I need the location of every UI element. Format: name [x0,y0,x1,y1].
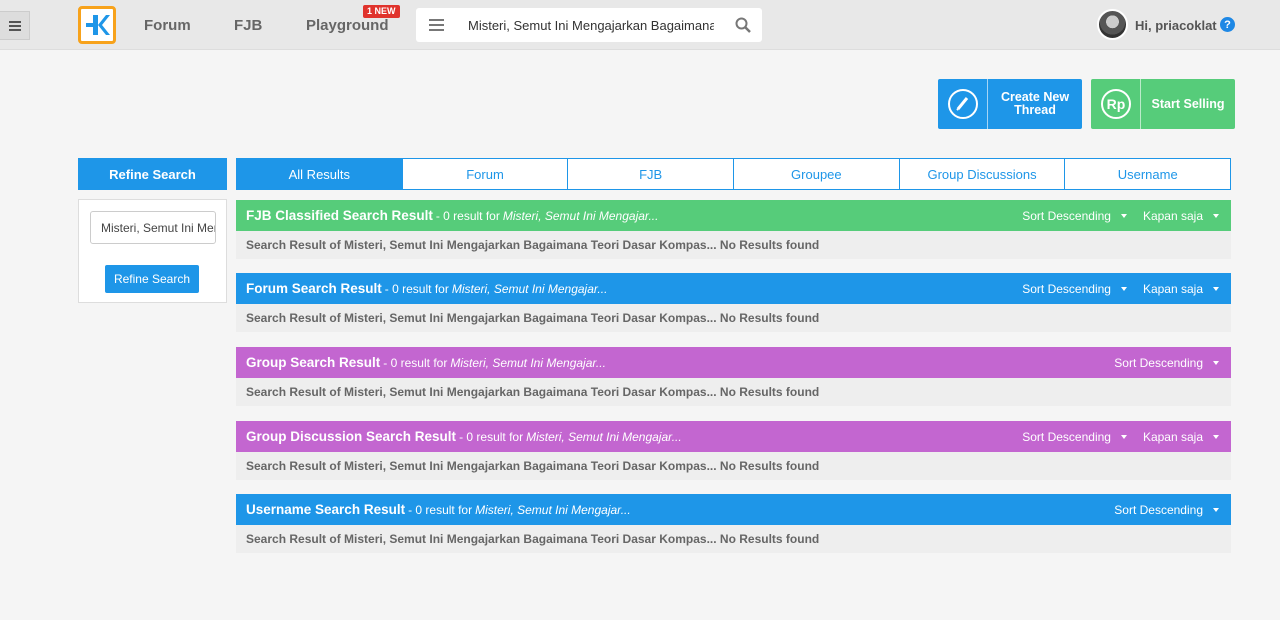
sort-dropdown[interactable]: Sort Descending [1022,282,1127,296]
avatar[interactable] [1097,9,1128,40]
group-discussion-result-section: Group Discussion Search Result - 0 resul… [236,421,1231,480]
section-query: Misteri, Semut Ini Mengajar... [526,429,682,444]
create-thread-label: Create New Thread [1000,90,1070,117]
time-label: Kapan saja [1142,429,1203,444]
search-category-button[interactable] [416,8,456,42]
forum-result-section: Forum Search Result - 0 result for Miste… [236,273,1231,332]
section-header: Group Search Result - 0 result for Miste… [236,347,1231,378]
pencil-icon [947,89,978,119]
search-bar [416,8,762,42]
menu-icon [428,19,444,31]
create-new-thread-button[interactable]: Create New Thread [938,79,1082,129]
tab-group-discussions[interactable]: Group Discussions [900,159,1066,189]
tab-forum[interactable]: Forum [403,159,569,189]
sort-label: Sort Descending [1022,429,1111,444]
sort-dropdown[interactable]: Sort Descending [1022,209,1127,223]
time-label: Kapan saja [1142,281,1203,296]
result-tabs: All Results Forum FJB Groupee Group Disc… [236,158,1231,190]
pencil-icon-wrap [938,79,988,129]
sort-dropdown[interactable]: Sort Descending [1022,430,1127,444]
kaskus-logo[interactable] [78,6,116,44]
user-greeting[interactable]: Hi, priacoklat [1135,18,1217,33]
time-dropdown[interactable]: Kapan saja [1143,209,1219,223]
caret-down-icon [1120,434,1127,439]
time-label: Kapan saja [1142,208,1203,223]
sort-label: Sort Descending [1022,208,1111,223]
help-icon[interactable]: ? [1220,17,1235,32]
sort-label: Sort Descending [1114,502,1203,517]
section-title: Username Search Result [246,502,406,517]
caret-down-icon [1213,434,1219,439]
search-input[interactable] [468,15,714,35]
start-selling-button[interactable]: Rp Start Selling [1091,79,1235,129]
tab-groupee[interactable]: Groupee [734,159,900,189]
username-result-section: Username Search Result - 0 result for Mi… [236,494,1231,553]
section-title: Group Search Result [246,355,381,370]
section-body: Search Result of Misteri, Semut Ini Meng… [236,378,1231,406]
section-header: Username Search Result - 0 result for Mi… [236,494,1231,525]
kaskus-k-icon [86,15,110,35]
hamburger-icon [8,20,21,31]
rp-icon-text: Rp [1106,96,1125,112]
nav-forum[interactable]: Forum [144,17,191,34]
caret-down-icon [1120,213,1127,218]
start-selling-label: Start Selling [1151,96,1225,111]
section-title: FJB Classified Search Result [246,208,433,223]
caret-down-icon [1213,286,1219,291]
section-body: Search Result of Misteri, Semut Ini Meng… [236,231,1231,259]
section-count: - 0 result for [408,502,473,517]
tab-all-results[interactable]: All Results [237,159,403,189]
caret-down-icon [1213,360,1219,365]
tab-username[interactable]: Username [1065,159,1230,189]
refine-search-panel: Misteri, Semut Ini Mengajarkan Refine Se… [78,199,227,303]
search-icon[interactable] [734,16,752,34]
new-badge: 1 NEW [363,5,400,18]
section-query: Misteri, Semut Ini Mengajar... [502,208,659,223]
sort-dropdown[interactable]: Sort Descending [1114,356,1219,370]
refine-search-title: Refine Search [78,158,227,190]
section-header: Forum Search Result - 0 result for Miste… [236,273,1231,304]
section-count: - 0 result for [459,429,524,444]
sidebar-toggle-button[interactable] [0,11,30,40]
fjb-result-section: FJB Classified Search Result - 0 result … [236,200,1231,259]
rp-icon-wrap: Rp [1091,79,1141,129]
sort-label: Sort Descending [1022,281,1111,296]
section-body: Search Result of Misteri, Semut Ini Meng… [236,525,1231,553]
caret-down-icon [1213,507,1219,512]
sort-label: Sort Descending [1114,355,1203,370]
section-header: FJB Classified Search Result - 0 result … [236,200,1231,231]
refine-search-button[interactable]: Refine Search [105,265,199,293]
section-body: Search Result of Misteri, Semut Ini Meng… [236,304,1231,332]
section-title: Forum Search Result [246,281,382,296]
section-count: - 0 result for [384,281,449,296]
top-navbar: Forum FJB Playground 1 NEW Hi, priacokla… [0,0,1280,50]
section-query: Misteri, Semut Ini Mengajar... [450,355,606,370]
caret-down-icon [1213,213,1219,218]
section-count: - 0 result for [435,208,500,223]
group-result-section: Group Search Result - 0 result for Miste… [236,347,1231,406]
time-dropdown[interactable]: Kapan saja [1143,430,1219,444]
section-count: - 0 result for [383,355,448,370]
nav-playground[interactable]: Playground [306,17,389,34]
section-query: Misteri, Semut Ini Mengajar... [451,281,608,296]
nav-fjb[interactable]: FJB [234,17,262,34]
time-dropdown[interactable]: Kapan saja [1143,282,1219,296]
section-body: Search Result of Misteri, Semut Ini Meng… [236,452,1231,480]
rupiah-icon: Rp [1100,89,1131,119]
sort-dropdown[interactable]: Sort Descending [1114,503,1219,517]
section-query: Misteri, Semut Ini Mengajar... [475,502,631,517]
tab-fjb[interactable]: FJB [568,159,735,189]
section-title: Group Discussion Search Result [246,429,457,444]
caret-down-icon [1120,286,1127,291]
section-header: Group Discussion Search Result - 0 resul… [236,421,1231,452]
refine-search-input[interactable]: Misteri, Semut Ini Mengajarkan [90,211,216,244]
